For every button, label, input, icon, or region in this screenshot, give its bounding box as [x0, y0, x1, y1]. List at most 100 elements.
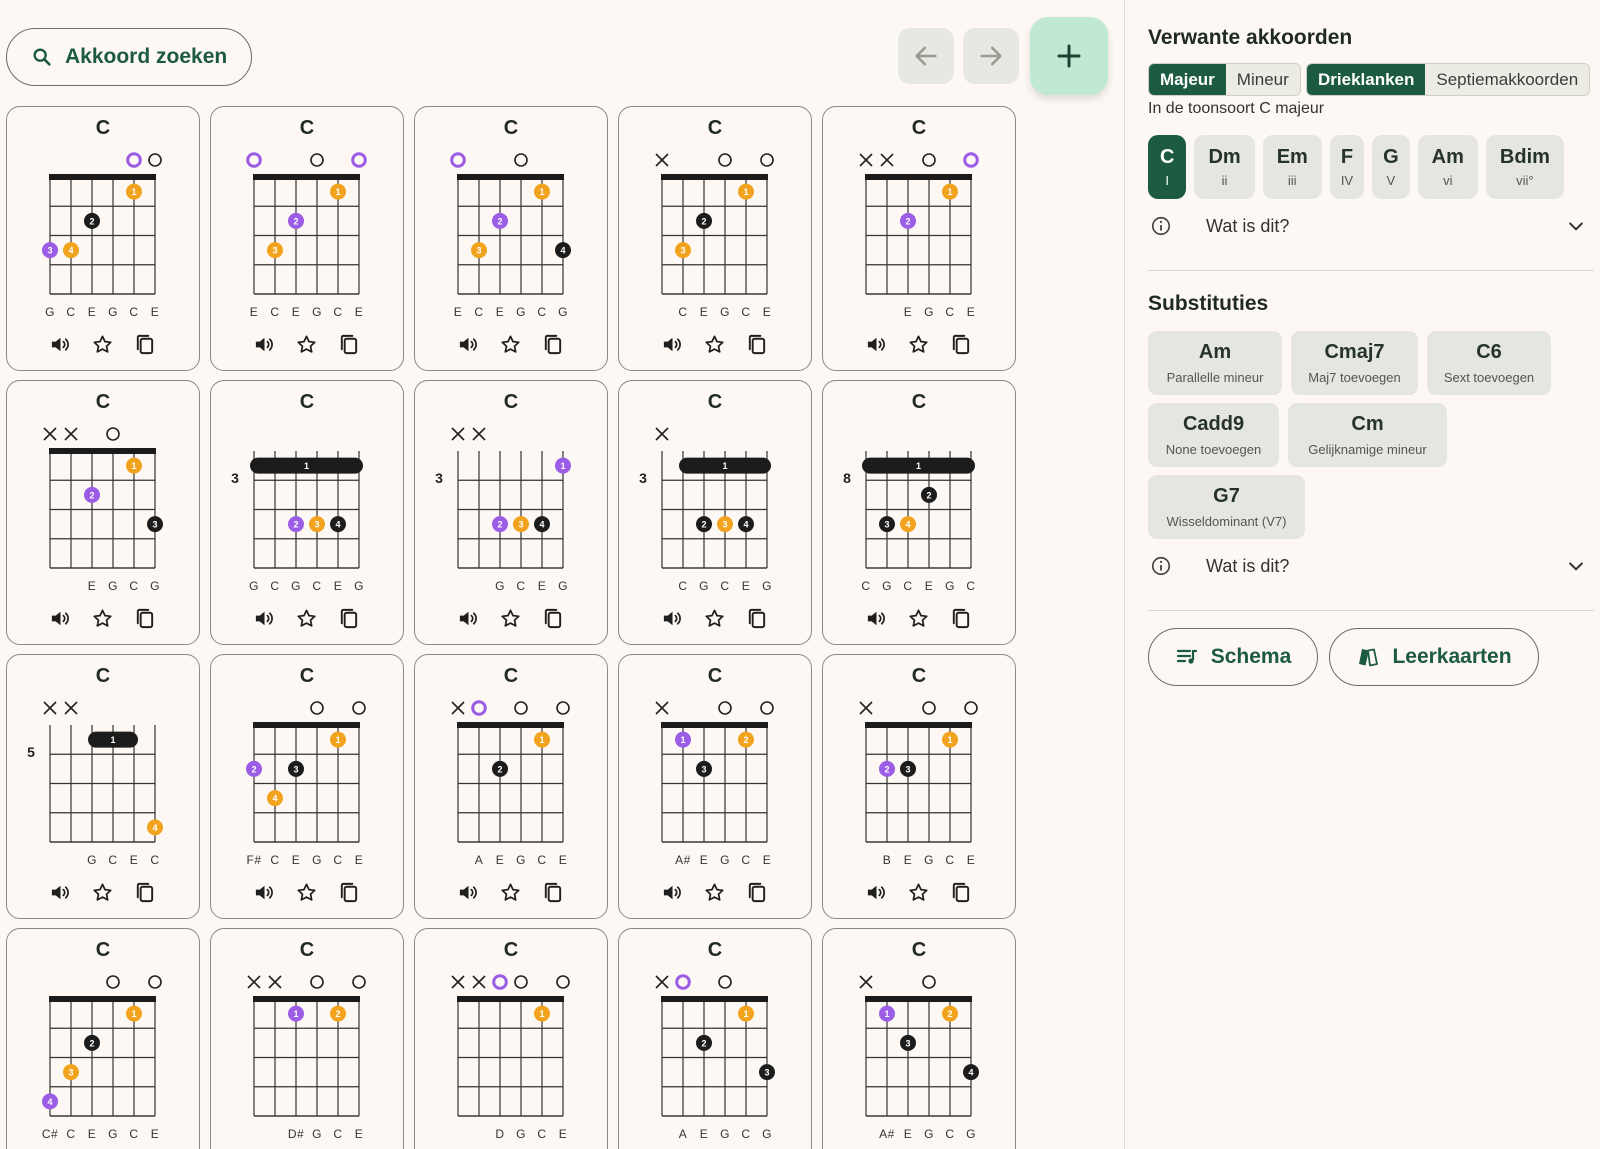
play-button[interactable]	[661, 881, 684, 904]
arrow-right-icon	[980, 46, 1002, 66]
play-button[interactable]	[253, 607, 276, 630]
chord-card[interactable]: C 3 2 1 ECEGCE	[210, 106, 404, 371]
play-button[interactable]	[253, 881, 276, 904]
play-button[interactable]	[253, 333, 276, 356]
degree-chip-dm[interactable]: Dm ii	[1194, 135, 1255, 199]
copy-button[interactable]	[949, 333, 972, 356]
favorite-button[interactable]	[499, 607, 522, 630]
search-chord-button[interactable]: Akkoord zoeken	[6, 28, 252, 86]
search-icon	[33, 48, 51, 66]
next-button[interactable]	[963, 28, 1019, 84]
speaker-icon	[255, 885, 273, 900]
degree-chip-c[interactable]: CI	[1148, 135, 1187, 199]
substitution-chip-cadd9[interactable]: Cadd9 None toevoegen	[1148, 403, 1279, 467]
favorite-button[interactable]	[907, 881, 930, 904]
play-button[interactable]	[49, 333, 72, 356]
chord-card[interactable]: C 3 1 2 3 4 GCGCEG	[210, 380, 404, 645]
favorite-button[interactable]	[703, 881, 726, 904]
string-notes: CGCEGC	[823, 579, 1015, 595]
copy-button[interactable]	[745, 333, 768, 356]
degree-chip-f[interactable]: F IV	[1329, 135, 1365, 199]
chord-card[interactable]: C 4 3 2 1 C# C E G C E	[6, 928, 200, 1149]
copy-button[interactable]	[337, 881, 360, 904]
favorite-button[interactable]	[703, 607, 726, 630]
schema-button[interactable]: Schema	[1148, 628, 1318, 686]
copy-button[interactable]	[337, 333, 360, 356]
flashcards-button[interactable]: Leerkaarten	[1329, 628, 1539, 686]
copy-button[interactable]	[133, 881, 156, 904]
chord-card[interactable]: C21AEGCE	[414, 654, 608, 919]
degree-chip-em[interactable]: Em iii	[1262, 135, 1322, 199]
tab-major[interactable]: Majeur	[1149, 64, 1226, 95]
chord-card[interactable]: C 2 4 3 1 F# C E G C E	[210, 654, 404, 919]
speaker-icon	[459, 885, 477, 900]
star-icon	[93, 609, 112, 627]
chord-card[interactable]: C 1 3 2 A# E G C E	[618, 654, 812, 919]
favorite-button[interactable]	[907, 607, 930, 630]
play-button[interactable]	[457, 333, 480, 356]
finger-number: 4	[152, 823, 157, 833]
play-button[interactable]	[865, 333, 888, 356]
copy-button[interactable]	[133, 607, 156, 630]
tab-triads[interactable]: Drieklanken	[1307, 64, 1426, 95]
chord-card[interactable]: C 5 1 4 GCEC	[6, 654, 200, 919]
chord-card[interactable]: C 1 2 D# G C E	[210, 928, 404, 1149]
play-button[interactable]	[661, 607, 684, 630]
favorite-button[interactable]	[91, 881, 114, 904]
play-button[interactable]	[457, 881, 480, 904]
chord-card[interactable]: C 2 3 1 BEGCE	[822, 654, 1016, 919]
copy-button[interactable]	[745, 881, 768, 904]
substitution-chip-c6[interactable]: C6 Sext toevoegen	[1427, 331, 1551, 395]
degree-chip-am[interactable]: Am vi	[1417, 135, 1478, 199]
substitution-chip-g7[interactable]: G7 Wisseldominant (V7)	[1148, 475, 1305, 539]
copy-button[interactable]	[541, 881, 564, 904]
chord-card[interactable]: C 3 1 2 3 4 CGCEG	[618, 380, 812, 645]
copy-button[interactable]	[541, 607, 564, 630]
chord-results-area: Akkoord zoeken C3421GCEGCEC321ECEGCEC321…	[0, 0, 1124, 1149]
chord-card[interactable]: C 2 1 3 EGCG	[6, 380, 200, 645]
copy-button[interactable]	[133, 333, 156, 356]
favorite-button[interactable]	[499, 881, 522, 904]
play-button[interactable]	[865, 881, 888, 904]
tab-minor[interactable]: Mineur	[1226, 64, 1300, 95]
play-button[interactable]	[865, 607, 888, 630]
add-chord-button[interactable]	[1030, 17, 1108, 95]
copy-icon	[748, 334, 766, 355]
previous-button[interactable]	[898, 28, 954, 84]
substitutions-info-toggle[interactable]: Wat is dit?	[1148, 551, 1590, 581]
favorite-button[interactable]	[907, 333, 930, 356]
favorite-button[interactable]	[703, 333, 726, 356]
degree-chip-bdim[interactable]: Bdim vii°	[1485, 135, 1564, 199]
substitution-chip-cm[interactable]: Cm Gelijknamige mineur	[1288, 403, 1447, 467]
play-button[interactable]	[49, 607, 72, 630]
related-info-toggle[interactable]: Wat is dit?	[1148, 211, 1590, 241]
play-button[interactable]	[49, 881, 72, 904]
favorite-button[interactable]	[295, 333, 318, 356]
substitution-chip-cmaj7[interactable]: Cmaj7 Maj7 toevoegen	[1291, 331, 1418, 395]
substitution-chip-am[interactable]: Am Parallelle mineur	[1148, 331, 1282, 395]
chord-card[interactable]: C 2 1 3 AEGCG	[618, 928, 812, 1149]
chord-card[interactable]: C 8 1 3 4 2 CGCEGC	[822, 380, 1016, 645]
chord-card[interactable]: C 1 DGCE	[414, 928, 608, 1149]
chord-card[interactable]: C 3 2 1 CEGCE	[618, 106, 812, 371]
copy-button[interactable]	[949, 607, 972, 630]
tab-seventh-chords[interactable]: Septiemakkoorden	[1425, 64, 1589, 95]
chord-card[interactable]: C 1 3 2 4 A# E G C G	[822, 928, 1016, 1149]
favorite-button[interactable]	[295, 607, 318, 630]
copy-button[interactable]	[541, 333, 564, 356]
degree-chip-g[interactable]: GV	[1372, 135, 1410, 199]
chord-card[interactable]: C21EGCE	[822, 106, 1016, 371]
play-button[interactable]	[661, 333, 684, 356]
favorite-button[interactable]	[499, 333, 522, 356]
chord-card[interactable]: C 3 2 3 4 1 GCEG	[414, 380, 608, 645]
open-string-marker	[352, 975, 366, 989]
favorite-button[interactable]	[91, 333, 114, 356]
chord-card[interactable]: C 3 2 1 4 ECEGCG	[414, 106, 608, 371]
chord-card[interactable]: C 3 4 2 1 GCEGCE	[6, 106, 200, 371]
favorite-button[interactable]	[295, 881, 318, 904]
play-button[interactable]	[457, 607, 480, 630]
copy-button[interactable]	[745, 607, 768, 630]
copy-button[interactable]	[949, 881, 972, 904]
favorite-button[interactable]	[91, 607, 114, 630]
copy-button[interactable]	[337, 607, 360, 630]
